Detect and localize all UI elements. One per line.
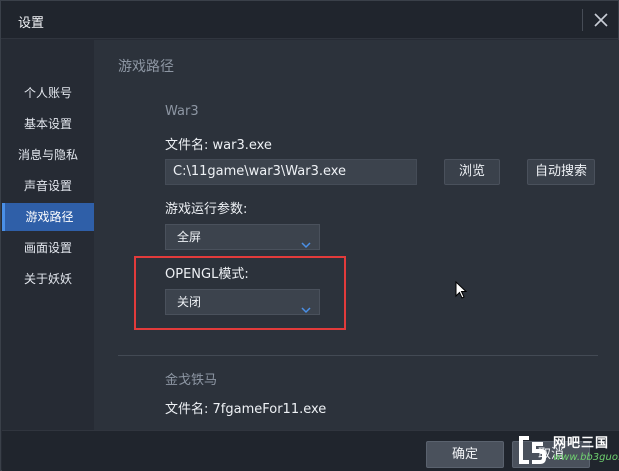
jgtm-heading: 金戈铁马 [165, 373, 218, 388]
jgtm-file-label: 文件名: 7fgameFor11.exe [165, 402, 327, 417]
sidebar-item-privacy[interactable]: 消息与隐私 [2, 141, 94, 169]
section-title: 游戏路径 [118, 59, 174, 75]
sidebar-item-account[interactable]: 个人账号 [2, 79, 94, 107]
watermark-url: www.bb3guo.com [553, 452, 619, 463]
watermark-logo-icon [513, 432, 553, 468]
close-icon[interactable] [589, 8, 613, 32]
chevron-down-icon [301, 233, 311, 249]
war3-file-label: 文件名: war3.exe [165, 138, 272, 153]
war3-heading: War3 [165, 104, 199, 119]
params-select-value: 全屏 [177, 230, 202, 244]
chevron-down-icon [301, 298, 311, 314]
settings-content: 游戏路径 War3 文件名: war3.exe C:\11game\war3\W… [94, 40, 619, 430]
params-label: 游戏运行参数: [165, 202, 248, 217]
sidebar-item-sound[interactable]: 声音设置 [2, 172, 94, 200]
watermark-text: 网吧三国 [553, 436, 610, 451]
opengl-select[interactable]: 关闭 [165, 289, 320, 315]
auto-search-button[interactable]: 自动搜索 [527, 159, 595, 185]
opengl-label: OPENGL模式: [165, 267, 249, 282]
site-watermark: 网吧三国 www.bb3guo.com [513, 429, 619, 471]
title-separator [582, 9, 583, 31]
browse-button[interactable]: 浏览 [444, 159, 500, 185]
sidebar-item-basic[interactable]: 基本设置 [2, 110, 94, 138]
settings-sidebar: 个人账号 基本设置 消息与隐私 声音设置 游戏路径 画面设置 关于妖妖 [2, 40, 94, 430]
mouse-cursor-icon [455, 280, 469, 301]
sidebar-item-about[interactable]: 关于妖妖 [2, 265, 94, 293]
war3-path-field[interactable]: C:\11game\war3\War3.exe [165, 159, 417, 185]
params-select[interactable]: 全屏 [165, 224, 320, 250]
sidebar-item-game-path[interactable]: 游戏路径 [2, 203, 94, 231]
ok-button[interactable]: 确定 [426, 441, 504, 468]
opengl-select-value: 关闭 [177, 295, 202, 309]
title-bar: 设置 [1, 1, 618, 39]
sidebar-item-display[interactable]: 画面设置 [2, 234, 94, 262]
section-divider [118, 355, 598, 356]
window-title: 设置 [18, 16, 45, 31]
settings-window: 设置 个人账号 基本设置 消息与隐私 声音设置 游戏路径 画面设置 关于妖妖 游… [0, 0, 619, 471]
